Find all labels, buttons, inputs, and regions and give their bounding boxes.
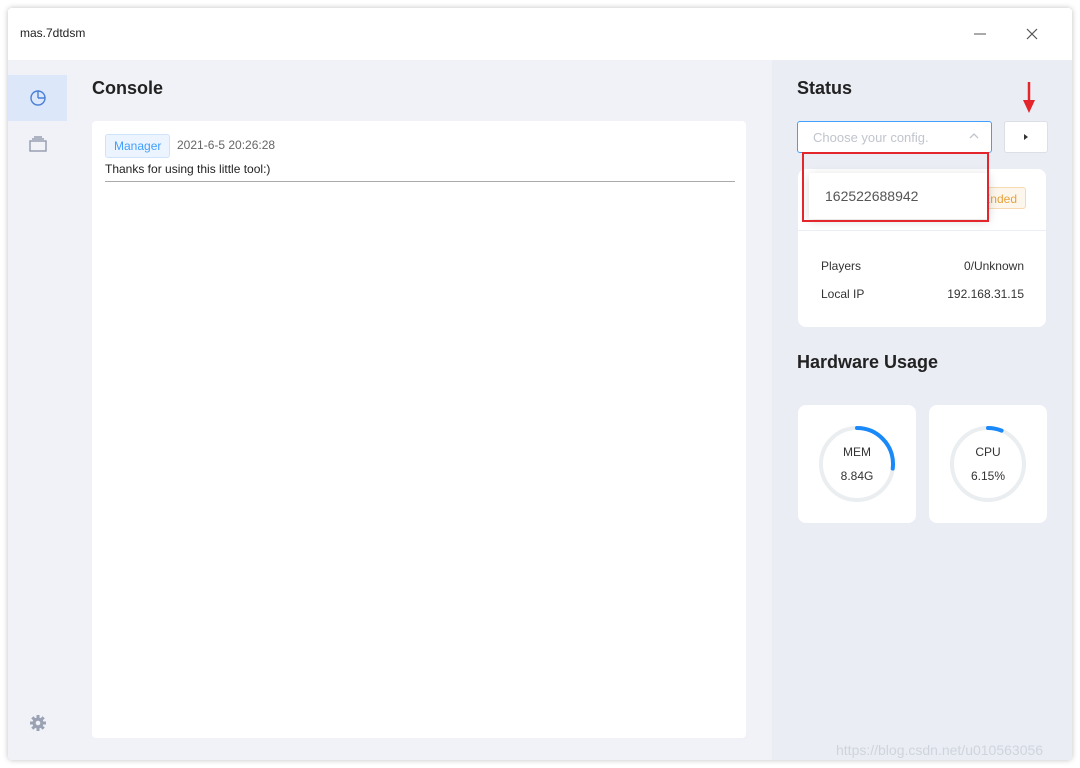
mem-value: 8.84G [840, 469, 874, 483]
cpu-label: CPU [975, 445, 1001, 459]
console-panel: Manager 2021-6-5 20:26:28 Thanks for usi… [92, 121, 746, 738]
local-ip-value: 192.168.31.15 [947, 287, 1024, 301]
players-value: 0/Unknown [963, 259, 1024, 273]
archive-icon [28, 136, 47, 152]
log-timestamp: 2021-6-5 20:26:28 [177, 138, 276, 152]
sidebar-item-archive[interactable] [8, 121, 67, 167]
play-icon [1024, 134, 1028, 140]
close-button[interactable] [1018, 22, 1046, 46]
settings-button[interactable] [8, 700, 67, 746]
watermark: https://blog.csdn.net/u010563056 [836, 742, 1044, 758]
sidebar [8, 60, 67, 760]
minimize-icon [974, 33, 986, 35]
start-button[interactable] [1004, 121, 1048, 153]
gear-icon [29, 715, 46, 731]
mem-gauge [819, 426, 895, 502]
app-title: mas.7dtdsm [20, 26, 86, 40]
players-label: Players [821, 259, 862, 273]
local-ip-label: Local IP [821, 287, 865, 301]
hardware-title: Hardware Usage [797, 352, 939, 372]
cpu-value: 6.15% [970, 469, 1006, 483]
title-bar: mas.7dtdsm [8, 8, 1072, 60]
arrow-down-icon [1023, 82, 1035, 113]
log-tag: Manager [105, 134, 171, 158]
config-placeholder: Choose your config. [813, 130, 929, 145]
mem-label: MEM [843, 445, 871, 459]
status-divider [798, 230, 1046, 231]
cpu-gauge [950, 426, 1026, 502]
highlight-annotation-box [802, 152, 989, 222]
close-icon [1026, 28, 1038, 40]
log-message: Thanks for using this little tool:) [105, 162, 271, 176]
chevron-up-icon [969, 133, 979, 139]
sidebar-item-dashboard[interactable] [8, 75, 67, 121]
minimize-button[interactable] [966, 22, 994, 46]
console-title: Console [92, 78, 164, 98]
app-window: mas.7dtdsm Console Manager 2021-6-5 20:2… [8, 8, 1072, 760]
log-divider [105, 181, 735, 182]
cpu-card: CPU 6.15% [929, 405, 1047, 523]
main-area: Console Manager 2021-6-5 20:26:28 Thanks… [67, 60, 772, 760]
config-select[interactable]: Choose your config. [797, 121, 992, 153]
status-title: Status [797, 78, 853, 98]
pie-chart-icon [29, 90, 46, 106]
mem-card: MEM 8.84G [798, 405, 916, 523]
